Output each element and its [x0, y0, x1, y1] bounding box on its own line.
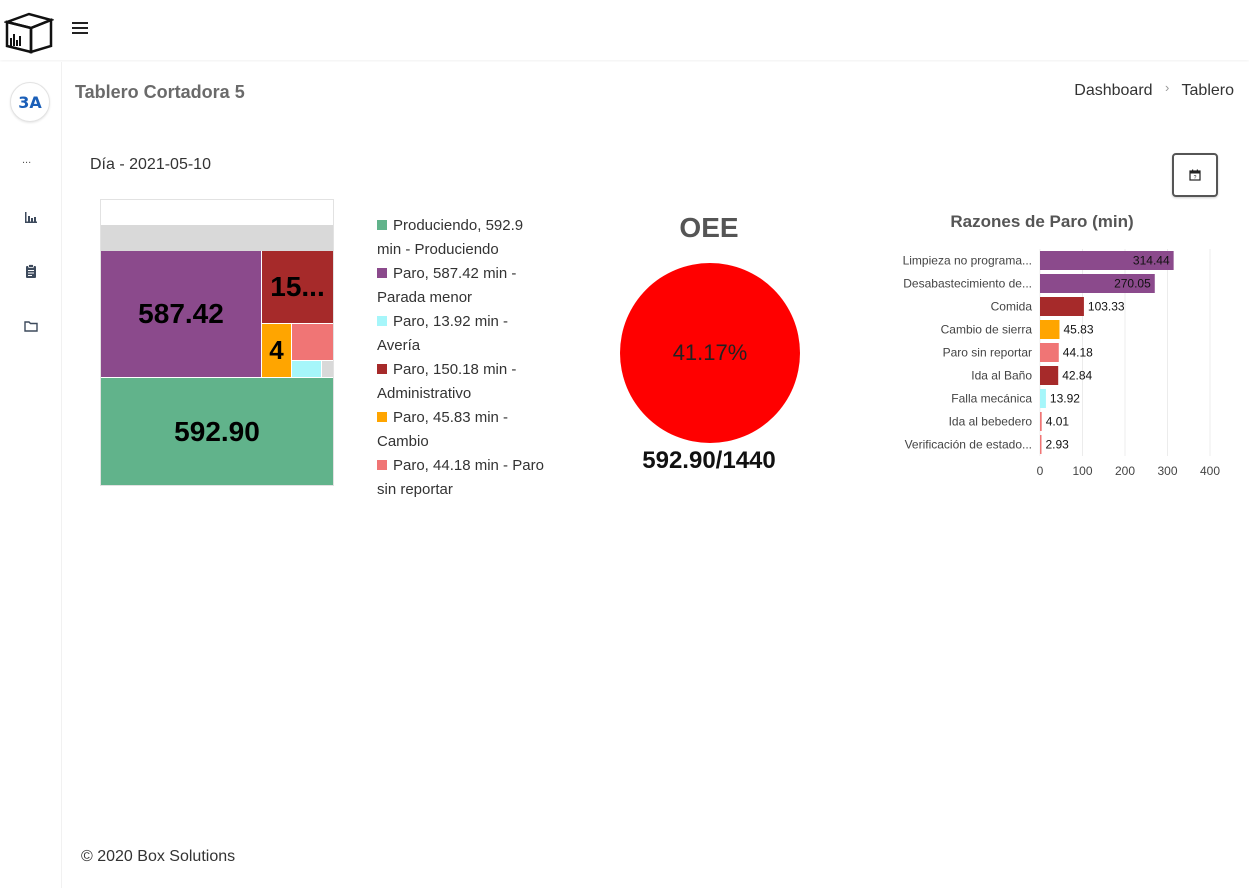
- legend-item: Paro, 45.83 min - Cambio: [377, 406, 547, 454]
- bar[interactable]: [1040, 343, 1059, 362]
- treemap-breakdown[interactable]: [292, 361, 321, 377]
- value-label: 42.84: [1062, 369, 1092, 383]
- value-label: 314.44: [1133, 254, 1170, 268]
- treemap-unreported[interactable]: [292, 324, 333, 360]
- calendar-button[interactable]: ?: [1172, 153, 1218, 197]
- legend-swatch: [377, 316, 387, 326]
- category-label: Verificación de estado...: [905, 438, 1032, 452]
- category-label: Comida: [991, 300, 1033, 314]
- treemap-chart: 587.42 15... 4 592.90: [100, 199, 334, 486]
- x-tick-label: 100: [1072, 464, 1092, 478]
- legend-swatch: [377, 268, 387, 278]
- oee-percent: 41.17%: [673, 340, 748, 365]
- legend-text: Paro, 45.83 min - Cambio: [377, 409, 509, 450]
- hamburger-icon[interactable]: [72, 22, 88, 36]
- x-tick-label: 200: [1115, 464, 1135, 478]
- legend-swatch: [377, 364, 387, 374]
- category-label: Falla mecánica: [951, 392, 1032, 406]
- oee-title: OEE: [679, 212, 739, 243]
- calendar-icon: ?: [1189, 169, 1201, 181]
- treemap-change[interactable]: 4: [262, 324, 291, 377]
- legend-text: Paro, 44.18 min - Paro sin reportar: [377, 457, 544, 498]
- chevron-right-icon: ›: [1165, 80, 1170, 95]
- value-label: 2.93: [1046, 438, 1070, 452]
- category-label: Ida al Baño: [971, 369, 1032, 383]
- category-label: Paro sin reportar: [943, 346, 1032, 360]
- bar[interactable]: [1040, 412, 1042, 431]
- legend-text: Produciendo, 592.9 min - Produciendo: [377, 217, 524, 258]
- x-tick-label: 400: [1200, 464, 1220, 478]
- treemap-other-top: [101, 225, 333, 251]
- breadcrumb: Dashboard › Tablero: [1074, 80, 1234, 100]
- bar[interactable]: [1040, 297, 1084, 316]
- oee-gauge: 41.17%: [620, 263, 800, 443]
- oee-ratio: 592.90/1440: [642, 447, 776, 474]
- category-label: Ida al bebedero: [949, 415, 1033, 429]
- legend-swatch: [377, 220, 387, 230]
- day-label: Día - 2021-05-10: [90, 156, 211, 173]
- value-label: 4.01: [1046, 415, 1070, 429]
- legend-item: Paro, 13.92 min - Avería: [377, 310, 547, 358]
- folder-icon[interactable]: [24, 319, 38, 333]
- value-label: 103.33: [1088, 300, 1125, 314]
- breadcrumb-tablero: Tablero: [1181, 82, 1234, 99]
- legend-text: Paro, 150.18 min - Administrativo: [377, 361, 517, 402]
- box-logo-icon[interactable]: [4, 10, 54, 54]
- x-tick-label: 0: [1037, 464, 1044, 478]
- category-label: Cambio de sierra: [941, 323, 1033, 337]
- treemap-admin[interactable]: 15...: [262, 251, 333, 323]
- bar-chart-title: Razones de Paro (min): [950, 212, 1134, 231]
- x-tick-label: 300: [1157, 464, 1177, 478]
- page-title: Tablero Cortadora 5: [75, 82, 245, 102]
- treemap-producing[interactable]: 592.90: [101, 378, 333, 485]
- treemap-legend: Produciendo, 592.9 min - Produciendo Par…: [377, 214, 547, 502]
- legend-swatch: [377, 412, 387, 422]
- bar[interactable]: [1040, 389, 1046, 408]
- footer-copyright: © 2020 Box Solutions: [81, 848, 236, 865]
- value-label: 270.05: [1114, 277, 1151, 291]
- stop-reasons-bar-chart: 0 100 200 300 400 Limpieza no programa... 314.…: [903, 249, 1220, 478]
- legend-text: Paro, 13.92 min - Avería: [377, 313, 509, 354]
- legend-swatch: [377, 460, 387, 470]
- value-label: 13.92: [1050, 392, 1080, 406]
- bar[interactable]: [1040, 366, 1059, 385]
- category-label: Desabastecimiento de...: [903, 277, 1032, 291]
- category-label: Limpieza no programa...: [903, 254, 1032, 268]
- top-bar: [0, 0, 1249, 60]
- legend-item: Paro, 150.18 min - Administrativo: [377, 358, 547, 406]
- treemap-other-small: [322, 361, 333, 377]
- legend-text: Paro, 587.42 min - Parada menor: [377, 265, 517, 306]
- bar[interactable]: [1040, 435, 1042, 454]
- value-label: 45.83: [1063, 323, 1093, 337]
- bar-chart-icon[interactable]: [24, 210, 38, 224]
- value-label: 44.18: [1063, 346, 1093, 360]
- avatar[interactable]: 3A: [10, 82, 50, 122]
- treemap-minor-stop[interactable]: 587.42: [101, 251, 261, 377]
- breadcrumb-dashboard[interactable]: Dashboard: [1074, 82, 1152, 99]
- clipboard-icon[interactable]: [24, 264, 38, 278]
- sidebar-dots[interactable]: ...: [22, 154, 31, 166]
- svg-text:?: ?: [1194, 175, 1197, 181]
- sidebar: 3A ...: [0, 62, 62, 888]
- bar[interactable]: [1040, 320, 1060, 339]
- legend-item: Paro, 44.18 min - Paro sin reportar: [377, 454, 547, 502]
- avatar-logo-text: 3A: [18, 92, 42, 112]
- main-content: Tablero Cortadora 5 Dashboard › Tablero …: [62, 62, 1249, 888]
- legend-item: Produciendo, 592.9 min - Produciendo: [377, 214, 547, 262]
- legend-item: Paro, 587.42 min - Parada menor: [377, 262, 547, 310]
